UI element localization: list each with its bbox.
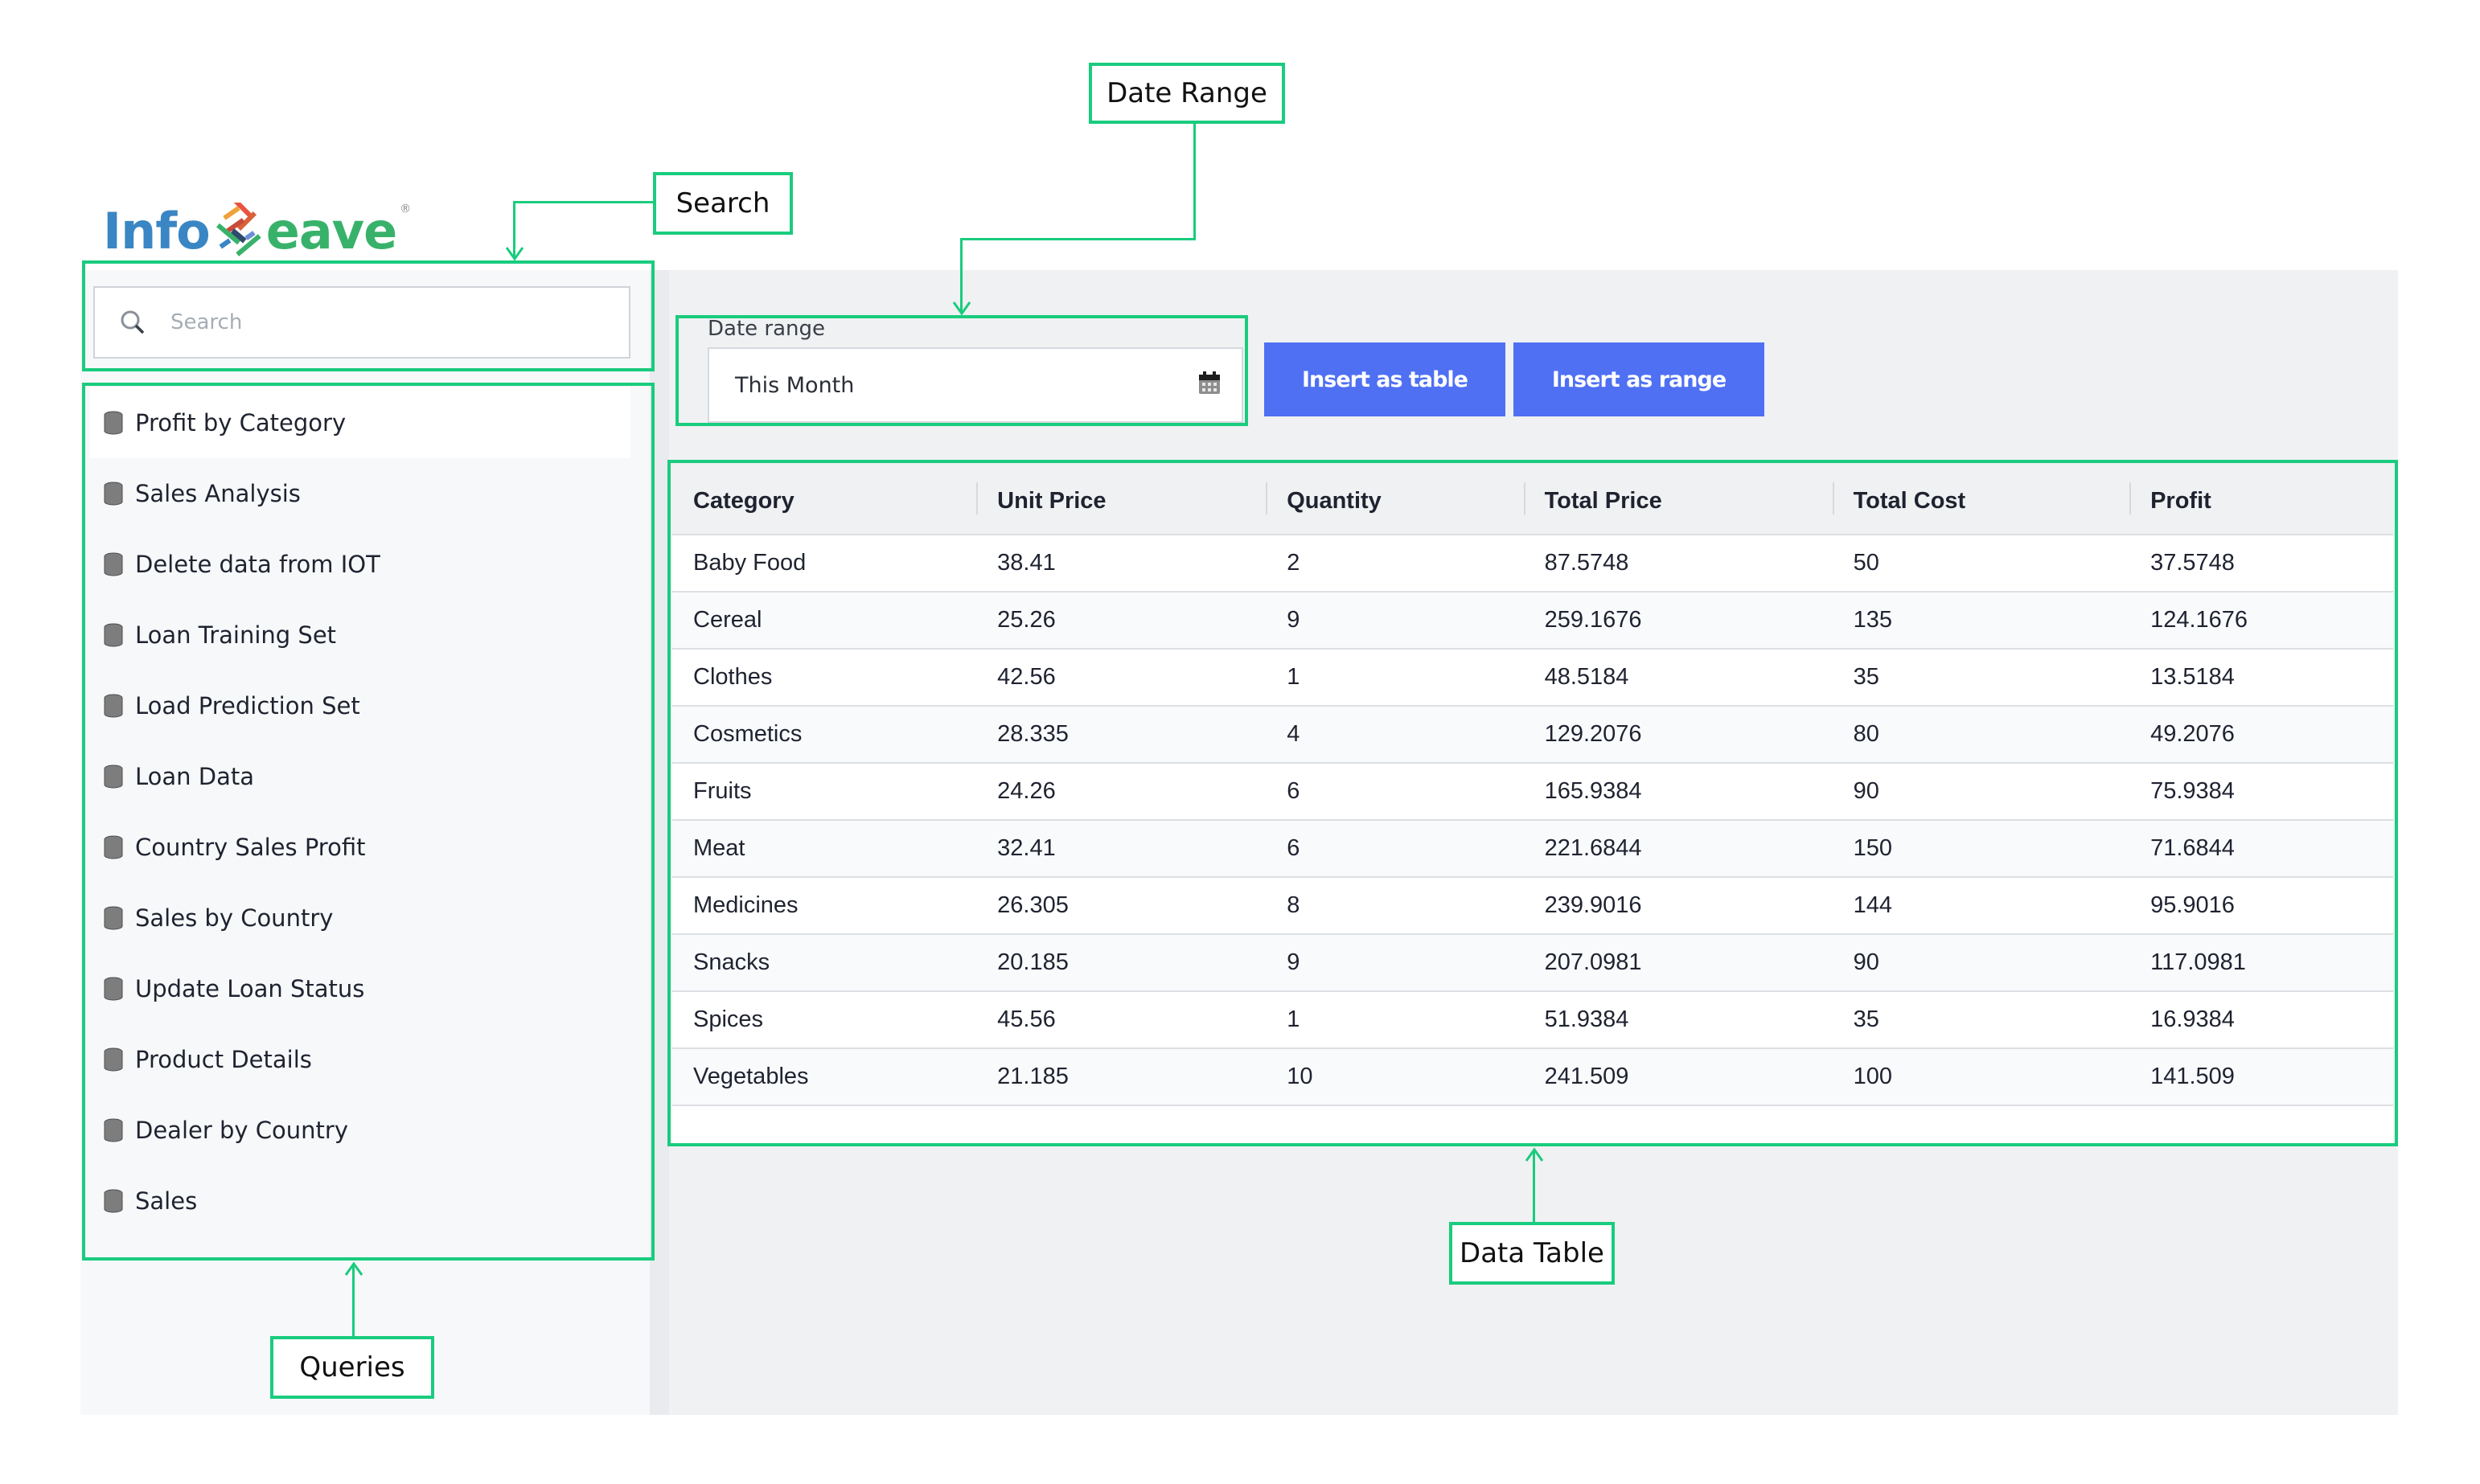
logo-mark-icon [211, 199, 265, 260]
annotation-queries-outline [82, 383, 655, 1261]
annotation-search-arrowhead-icon [505, 247, 524, 261]
annotation-queries-label: Queries [270, 1336, 434, 1399]
infoweave-logo: Info eave ® [103, 188, 411, 260]
annotation-search-connector [513, 201, 655, 203]
annotation-data-table-outline [667, 460, 2398, 1146]
annotation-search-outline [82, 260, 655, 371]
annotation-date-range-label: Date Range [1089, 63, 1285, 124]
annotation-search-label: Search [653, 172, 793, 235]
insert-as-table-button[interactable]: Insert as table [1264, 342, 1505, 416]
annotation-data-table-arrowhead-icon [1525, 1147, 1544, 1162]
logo-registered-mark: ® [400, 203, 411, 215]
annotation-date-range-outline [675, 315, 1248, 426]
insert-as-range-button[interactable]: Insert as range [1513, 342, 1764, 416]
annotation-queries-arrowhead-icon [344, 1261, 363, 1276]
annotation-date-range-arrowhead-icon [952, 301, 971, 316]
annotation-data-table-label: Data Table [1449, 1222, 1615, 1285]
logo-text-eave: eave [265, 202, 397, 260]
annotation-date-range-connector [1193, 122, 1196, 240]
annotation-date-range-connector-horizontal [960, 238, 1196, 240]
logo-text-info: Info [103, 202, 211, 260]
